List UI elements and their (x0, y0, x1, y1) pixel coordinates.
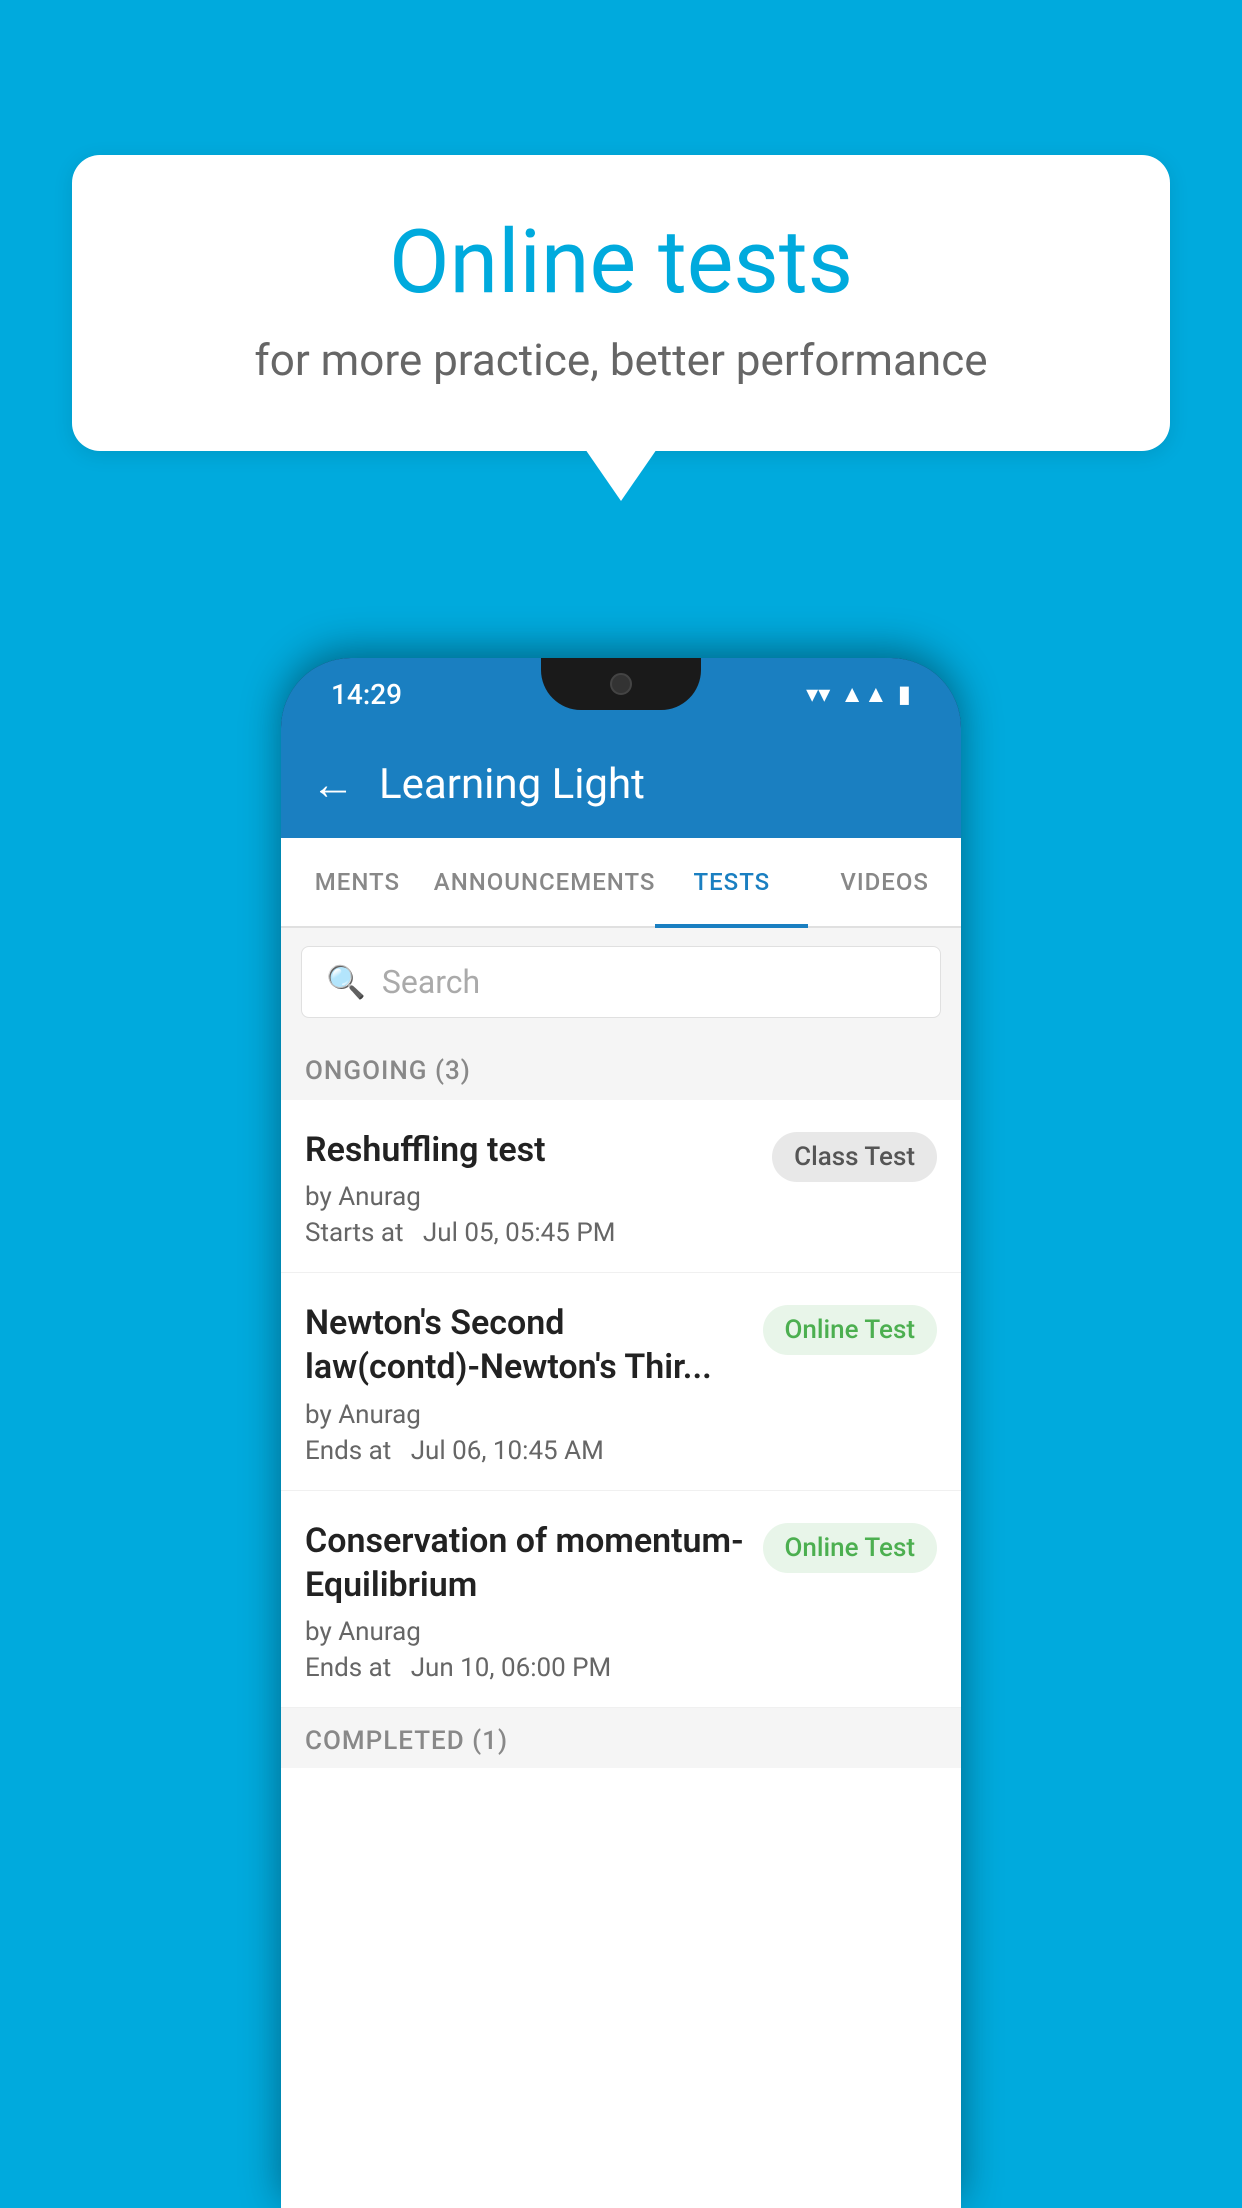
completed-section-header: COMPLETED (1) (281, 1708, 961, 1768)
speech-bubble-container: Online tests for more practice, better p… (72, 155, 1170, 451)
status-icons: ▾▾ ▲▲ ▮ (806, 680, 911, 709)
test-time-1: Starts at Jul 05, 05:45 PM (305, 1218, 756, 1248)
status-bar: 14:29 ▾▾ ▲▲ ▮ (281, 658, 961, 730)
test-time-2: Ends at Jul 06, 10:45 AM (305, 1436, 747, 1466)
test-info-3: Conservation of momentum-Equilibrium by … (305, 1519, 747, 1683)
tabs-bar: MENTS ANNOUNCEMENTS TESTS VIDEOS (281, 838, 961, 928)
search-icon: 🔍 (326, 963, 366, 1001)
test-badge-3: Online Test (763, 1523, 938, 1573)
signal-icon: ▲▲ (840, 680, 888, 709)
test-badge-2: Online Test (763, 1305, 938, 1355)
search-input[interactable]: Search (382, 963, 480, 1001)
test-author-1: by Anurag (305, 1182, 756, 1212)
test-info-1: Reshuffling test by Anurag Starts at Jul… (305, 1128, 756, 1248)
camera-dot (610, 673, 632, 695)
test-author-2: by Anurag (305, 1400, 747, 1430)
bubble-subtitle: for more practice, better performance (152, 334, 1090, 386)
back-button[interactable]: ← (311, 758, 355, 810)
status-time: 14:29 (331, 678, 402, 711)
test-author-3: by Anurag (305, 1617, 747, 1647)
search-container: 🔍 Search (281, 928, 961, 1036)
test-name-2: Newton's Second law(contd)-Newton's Thir… (305, 1301, 747, 1389)
phone-notch (541, 658, 701, 710)
wifi-icon: ▾▾ (806, 680, 830, 708)
search-bar[interactable]: 🔍 Search (301, 946, 941, 1018)
test-name-1: Reshuffling test (305, 1128, 756, 1172)
tab-announcements[interactable]: ANNOUNCEMENTS (434, 838, 656, 926)
app-bar: ← Learning Light (281, 730, 961, 838)
test-item-3[interactable]: Conservation of momentum-Equilibrium by … (281, 1491, 961, 1708)
test-list: Reshuffling test by Anurag Starts at Jul… (281, 1100, 961, 2208)
test-item-1[interactable]: Reshuffling test by Anurag Starts at Jul… (281, 1100, 961, 1273)
app-title: Learning Light (379, 760, 645, 809)
test-item-2[interactable]: Newton's Second law(contd)-Newton's Thir… (281, 1273, 961, 1490)
test-badge-1: Class Test (772, 1132, 937, 1182)
tab-videos[interactable]: VIDEOS (808, 838, 961, 926)
phone-screen: ← Learning Light MENTS ANNOUNCEMENTS TES… (281, 730, 961, 2208)
test-info-2: Newton's Second law(contd)-Newton's Thir… (305, 1301, 747, 1465)
phone-frame: 14:29 ▾▾ ▲▲ ▮ ← Learning Light MENTS ANN… (281, 658, 961, 2208)
speech-bubble: Online tests for more practice, better p… (72, 155, 1170, 451)
tab-ments[interactable]: MENTS (281, 838, 434, 926)
test-name-3: Conservation of momentum-Equilibrium (305, 1519, 747, 1607)
bubble-title: Online tests (152, 215, 1090, 312)
tab-tests[interactable]: TESTS (655, 838, 808, 926)
test-time-3: Ends at Jun 10, 06:00 PM (305, 1653, 747, 1683)
battery-icon: ▮ (898, 680, 911, 708)
ongoing-section-header: ONGOING (3) (281, 1036, 961, 1100)
